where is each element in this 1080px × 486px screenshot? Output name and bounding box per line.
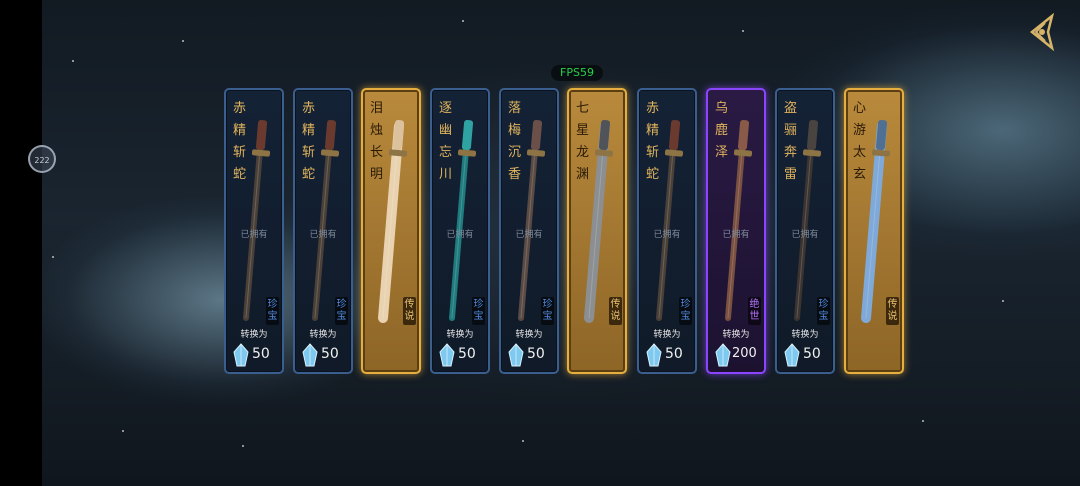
weapon-name: 乌鹿泽	[715, 101, 729, 160]
weapon-name: 赤精斩蛇	[646, 101, 660, 182]
weapon-card[interactable]: 七星龙渊传说	[567, 88, 627, 374]
grade-badge: 传说	[609, 297, 622, 325]
conversion-cost: 50	[665, 346, 683, 362]
grade-badge: 珍宝	[335, 297, 348, 325]
crystal-icon	[508, 343, 524, 367]
crystal-icon	[646, 343, 662, 367]
grade-badge: 传说	[886, 297, 899, 325]
grade-badge: 珍宝	[679, 297, 692, 325]
weapon-card[interactable]: 泪烛长明传说	[361, 88, 421, 374]
conversion-cost: 50	[458, 346, 476, 362]
weapon-name: 落梅沉香	[508, 101, 522, 182]
conversion-cost: 200	[732, 346, 757, 361]
weapon-card[interactable]: 心游太玄传说	[844, 88, 904, 374]
grade-badge: 珍宝	[266, 297, 279, 325]
convert-label: 转换为	[309, 330, 337, 340]
convert-label: 转换为	[515, 330, 543, 340]
weapon-name: 泪烛长明	[370, 101, 384, 182]
crystal-icon	[439, 343, 455, 367]
grade-badge: 珍宝	[541, 297, 554, 325]
weapon-card[interactable]: 赤精斩蛇已拥有珍宝转换为 50	[293, 88, 353, 374]
owned-label: 已拥有	[446, 230, 474, 240]
weapon-name: 逐幽忘川	[439, 101, 453, 182]
convert-label: 转换为	[791, 330, 819, 340]
weapon-card[interactable]: 赤精斩蛇已拥有珍宝转换为 50	[637, 88, 697, 374]
weapon-card[interactable]: 乌鹿泽已拥有绝世转换为 200	[706, 88, 766, 374]
floating-menu-button[interactable]: 222	[28, 145, 56, 173]
weapon-card[interactable]: 落梅沉香已拥有珍宝转换为 50	[499, 88, 559, 374]
owned-label: 已拥有	[722, 230, 750, 240]
conversion-cost: 50	[252, 346, 270, 362]
weapon-name: 盗骊奔雷	[784, 101, 798, 182]
weapon-name: 心游太玄	[853, 101, 867, 182]
owned-label: 已拥有	[515, 230, 543, 240]
owned-label: 已拥有	[791, 230, 819, 240]
convert-label: 转换为	[653, 330, 681, 340]
grade-badge: 绝世	[748, 297, 761, 325]
grade-badge: 珍宝	[472, 297, 485, 325]
grade-badge: 传说	[403, 297, 416, 325]
crystal-icon	[784, 343, 800, 367]
convert-label: 转换为	[722, 330, 750, 340]
weapon-name: 赤精斩蛇	[233, 101, 247, 182]
grade-badge: 珍宝	[817, 297, 830, 325]
menu-button-label: 222	[34, 156, 50, 165]
crystal-icon	[715, 343, 731, 367]
convert-label: 转换为	[446, 330, 474, 340]
fps-counter: FPS59	[551, 65, 603, 81]
convert-label: 转换为	[240, 330, 268, 340]
weapon-card[interactable]: 逐幽忘川已拥有珍宝转换为 50	[430, 88, 490, 374]
owned-label: 已拥有	[240, 230, 268, 240]
weapon-name: 赤精斩蛇	[302, 101, 316, 182]
weapon-card[interactable]: 赤精斩蛇已拥有珍宝转换为 50	[224, 88, 284, 374]
crystal-icon	[302, 343, 318, 367]
owned-label: 已拥有	[653, 230, 681, 240]
owned-label: 已拥有	[309, 230, 337, 240]
conversion-cost: 50	[321, 346, 339, 362]
conversion-cost: 50	[527, 346, 545, 362]
weapon-name: 七星龙渊	[576, 101, 590, 182]
left-black-bar	[0, 0, 42, 486]
crystal-icon	[233, 343, 249, 367]
weapon-card[interactable]: 盗骊奔雷已拥有珍宝转换为 50	[775, 88, 835, 374]
back-icon[interactable]	[1022, 12, 1062, 52]
conversion-cost: 50	[803, 346, 821, 362]
